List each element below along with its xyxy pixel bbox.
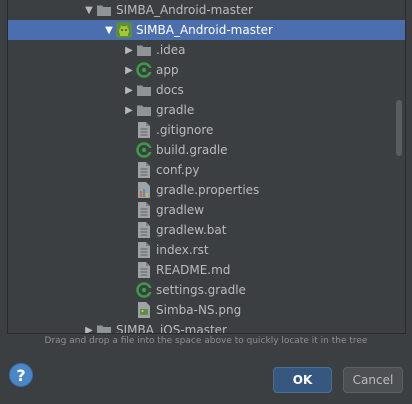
text-file-icon xyxy=(136,122,152,138)
tree-node-label: docs xyxy=(156,83,184,97)
tree-node[interactable]: settings.gradle xyxy=(8,280,405,300)
file-tree[interactable]: ▼ SIMBA_Android-master ▼ SIMBA_Android-mast… xyxy=(8,0,405,334)
gradle-icon xyxy=(136,142,152,158)
tree-node-label: SIMBA_Android-master xyxy=(136,23,273,37)
drag-drop-hint: Drag and drop a file into the space abov… xyxy=(44,336,368,346)
image-file-icon xyxy=(136,302,152,318)
tree-node[interactable]: index.rst xyxy=(8,240,405,260)
tree-scrollbar-thumb[interactable] xyxy=(396,100,402,156)
tree-node[interactable]: ▼ SIMBA_Android-master xyxy=(8,0,405,20)
tree-node-label: conf.py xyxy=(156,163,200,177)
tree-node-label: Simba-NS.png xyxy=(156,303,242,317)
gradle-icon xyxy=(136,62,152,78)
help-button[interactable]: ? xyxy=(9,363,33,387)
tree-scrollbar[interactable] xyxy=(395,20,403,310)
android-module-icon xyxy=(116,22,132,38)
tree-node[interactable]: README.md xyxy=(8,260,405,280)
gradle-icon xyxy=(136,282,152,298)
tree-node-label: gradle.properties xyxy=(156,183,260,197)
tree-node[interactable]: Simba-NS.png xyxy=(8,300,405,320)
properties-file-icon xyxy=(136,182,152,198)
tree-node[interactable]: ▼ SIMBA_Android-master xyxy=(8,20,405,40)
expand-arrow-icon[interactable]: ▶ xyxy=(122,60,136,80)
tree-node-label: SIMBA_Android-master xyxy=(116,3,253,17)
tree-node[interactable]: ▶ docs xyxy=(8,80,405,100)
tree-node[interactable]: gradlew.bat xyxy=(8,220,405,240)
tree-node-label: gradlew.bat xyxy=(156,223,227,237)
tree-node[interactable]: ▶ gradle xyxy=(8,100,405,120)
file-tree-panel[interactable]: ▼ SIMBA_Android-master ▼ SIMBA_Android-mast… xyxy=(7,0,406,334)
tree-node-label: app xyxy=(156,63,179,77)
tree-node-label: SIMBA_iOS-master xyxy=(116,323,227,334)
tree-node[interactable]: ▶ .idea xyxy=(8,40,405,60)
cancel-button[interactable]: Cancel xyxy=(343,367,403,393)
tree-node[interactable]: gradle.properties xyxy=(8,180,405,200)
tree-node[interactable]: build.gradle xyxy=(8,140,405,160)
tree-node-label: .gitignore xyxy=(156,123,214,137)
expand-arrow-icon[interactable]: ▶ xyxy=(122,100,136,120)
collapse-arrow-icon[interactable]: ▼ xyxy=(102,20,116,40)
folder-icon xyxy=(136,102,152,118)
expand-arrow-icon[interactable]: ▶ xyxy=(82,320,96,334)
tree-node-label: gradlew xyxy=(156,203,205,217)
tree-node-label: build.gradle xyxy=(156,143,228,157)
tree-node-label: index.rst xyxy=(156,243,209,257)
folder-icon xyxy=(136,82,152,98)
tree-node[interactable]: gradlew xyxy=(8,200,405,220)
dialog-button-bar: ? OK Cancel xyxy=(0,354,412,404)
tree-node[interactable]: ▶ SIMBA_iOS-master xyxy=(8,320,405,334)
tree-node[interactable]: .gitignore xyxy=(8,120,405,140)
text-file-icon xyxy=(136,162,152,178)
tree-node-label: gradle xyxy=(156,103,195,117)
tree-node[interactable]: ▶ app xyxy=(8,60,405,80)
tree-node-label: README.md xyxy=(156,263,231,277)
text-file-icon xyxy=(136,202,152,218)
text-file-icon xyxy=(136,222,152,238)
folder-icon xyxy=(136,42,152,58)
tree-node-label: .idea xyxy=(156,43,186,57)
expand-arrow-icon[interactable]: ▶ xyxy=(122,80,136,100)
folder-icon xyxy=(96,2,112,18)
text-file-icon xyxy=(136,262,152,278)
text-file-icon xyxy=(136,242,152,258)
expand-arrow-icon[interactable]: ▶ xyxy=(122,40,136,60)
folder-icon xyxy=(96,322,112,333)
tree-node-label: settings.gradle xyxy=(156,283,246,297)
ok-button[interactable]: OK xyxy=(273,367,332,393)
tree-node[interactable]: conf.py xyxy=(8,160,405,180)
collapse-arrow-icon[interactable]: ▼ xyxy=(82,0,96,20)
